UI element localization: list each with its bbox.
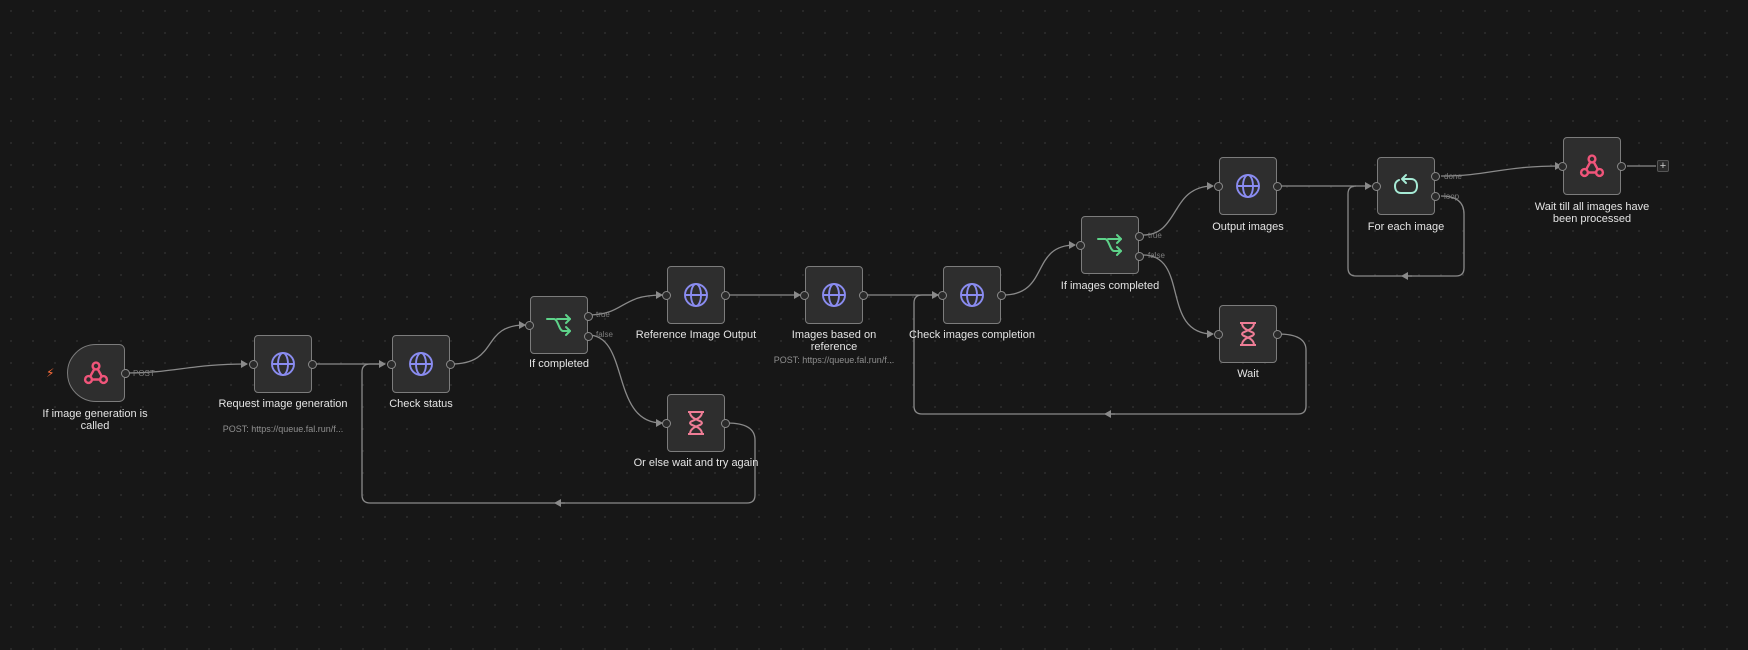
globe-icon — [1233, 171, 1263, 201]
node-for-each-image[interactable] — [1372, 157, 1440, 215]
globe-icon — [406, 349, 436, 379]
node-label: Reference Image Output — [635, 329, 757, 341]
hourglass-icon — [681, 408, 711, 438]
webhook-icon — [81, 358, 111, 388]
handle-label-done: done — [1444, 172, 1462, 181]
hourglass-icon — [1233, 319, 1263, 349]
globe-icon — [819, 280, 849, 310]
node-request-image-generation[interactable] — [249, 335, 317, 393]
globe-icon — [268, 349, 298, 379]
node-label: Or else wait and try again — [633, 457, 759, 469]
node-if-completed[interactable] — [525, 296, 593, 354]
node-label: Images based on reference — [791, 329, 877, 353]
output-handle[interactable] — [1617, 162, 1626, 171]
input-handle[interactable] — [1214, 330, 1223, 339]
output-handle[interactable] — [859, 291, 868, 300]
edge-if-false-to-wait-retry — [587, 334, 663, 427]
node-label: If completed — [529, 358, 589, 370]
output-handle[interactable] — [308, 360, 317, 369]
input-handle[interactable] — [662, 419, 671, 428]
loop-icon — [1391, 171, 1421, 201]
node-label: If image generation is called — [42, 408, 148, 432]
output-handle[interactable] — [721, 291, 730, 300]
globe-icon — [957, 280, 987, 310]
input-handle[interactable] — [525, 321, 534, 330]
node-label: Check status — [389, 398, 453, 410]
node-if-images-completed[interactable] — [1076, 216, 1144, 274]
handle-label-false: false — [596, 330, 613, 339]
handle-label-true: true — [596, 310, 610, 319]
output-handle[interactable] — [446, 360, 455, 369]
node-subtitle: POST: https://queue.fal.run/f... — [222, 424, 344, 434]
node-label: Wait — [1237, 368, 1259, 380]
node-label: If images completed — [1060, 280, 1160, 292]
done-handle[interactable] — [1431, 172, 1440, 181]
output-handle[interactable] — [121, 369, 130, 378]
globe-icon — [681, 280, 711, 310]
output-handle[interactable] — [997, 291, 1006, 300]
node-label: For each image — [1367, 221, 1445, 233]
workflow-canvas[interactable]: ⚡ POST If image generation is called Req… — [0, 0, 1748, 650]
loop-handle[interactable] — [1431, 192, 1440, 201]
node-image-generation-webhook[interactable] — [67, 344, 130, 402]
node-label: Check images completion — [909, 329, 1035, 341]
input-handle[interactable] — [938, 291, 947, 300]
branch-icon — [1095, 230, 1125, 260]
input-handle[interactable] — [1372, 182, 1381, 191]
output-handle[interactable] — [1273, 330, 1282, 339]
node-check-status[interactable] — [387, 335, 455, 393]
true-handle[interactable] — [584, 312, 593, 321]
node-label: Output images — [1212, 221, 1284, 233]
node-label: Wait till all images have been processed — [1534, 201, 1650, 225]
input-handle[interactable] — [387, 360, 396, 369]
node-images-based-on-reference[interactable] — [800, 266, 868, 324]
node-reference-image-output[interactable] — [662, 266, 730, 324]
output-handle[interactable] — [1273, 182, 1282, 191]
edge-if-images-false-to-wait — [1142, 254, 1214, 338]
input-handle[interactable] — [662, 291, 671, 300]
input-handle[interactable] — [1076, 241, 1085, 250]
input-handle[interactable] — [1214, 182, 1223, 191]
node-wait-and-retry[interactable] — [662, 394, 730, 452]
add-node-button[interactable]: + — [1657, 160, 1669, 172]
handle-label-false: false — [1148, 251, 1165, 260]
true-handle[interactable] — [1135, 232, 1144, 241]
handle-label-true: true — [1148, 231, 1162, 240]
false-handle[interactable] — [1135, 252, 1144, 261]
node-subtitle: POST: https://queue.fal.run/f... — [773, 355, 895, 365]
input-handle[interactable] — [1558, 162, 1567, 171]
node-output-images[interactable] — [1214, 157, 1282, 215]
node-check-images-completion[interactable] — [938, 266, 1006, 324]
input-handle[interactable] — [249, 360, 258, 369]
false-handle[interactable] — [584, 332, 593, 341]
trigger-bolt-icon: ⚡ — [46, 366, 55, 380]
webhook-icon — [1577, 151, 1607, 181]
handle-label-loop: loop — [1444, 192, 1460, 201]
node-wait[interactable] — [1214, 305, 1282, 363]
input-handle[interactable] — [800, 291, 809, 300]
handle-label-post: POST — [133, 369, 155, 378]
branch-icon — [544, 310, 574, 340]
node-label: Request image generation — [218, 398, 348, 410]
output-handle[interactable] — [721, 419, 730, 428]
node-wait-till-all-processed[interactable] — [1558, 137, 1626, 195]
connections-layer — [125, 162, 1656, 507]
